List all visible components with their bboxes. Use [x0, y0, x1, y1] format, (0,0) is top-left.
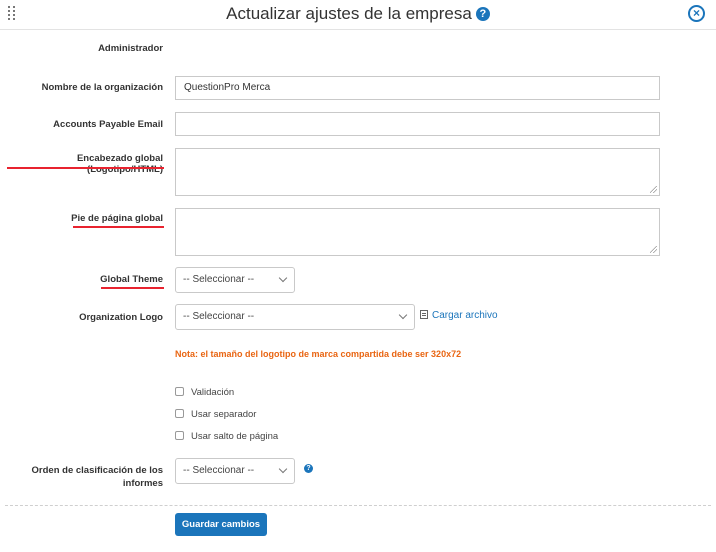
save-changes-button[interactable]: Guardar cambios — [175, 513, 267, 536]
file-icon — [420, 310, 428, 319]
global-theme-underline — [101, 287, 164, 289]
form-divider — [5, 505, 711, 506]
organization-name-input[interactable]: QuestionPro Merca — [175, 76, 660, 100]
use-separator-checkbox-row[interactable]: Usar separador — [175, 409, 256, 420]
global-header-underline — [7, 167, 164, 169]
global-header-label: Encabezado global (Logotipo/HTML) — [76, 153, 163, 175]
accounts-payable-email-label: Accounts Payable Email — [53, 119, 163, 130]
report-sort-order-label-line2: informes — [122, 478, 163, 489]
modal-header: Actualizar ajustes de la empresa? × — [0, 0, 716, 30]
use-page-break-label: Usar salto de página — [191, 431, 279, 442]
use-separator-checkbox[interactable] — [175, 409, 184, 418]
upload-file-link[interactable]: Cargar archivo — [420, 310, 498, 321]
global-theme-label: Global Theme — [100, 274, 163, 285]
administrator-label: Administrador — [98, 43, 163, 54]
global-footer-textarea[interactable] — [175, 208, 660, 256]
global-footer-underline — [73, 226, 164, 228]
resize-grip-icon[interactable] — [650, 246, 657, 253]
report-sort-order-label: Orden de clasificación de los informes — [32, 464, 163, 490]
validation-checkbox-row[interactable]: Validación — [175, 387, 234, 398]
logo-size-note: Nota: el tamaño del logotipo de marca co… — [175, 349, 462, 359]
modal-title: Actualizar ajustes de la empresa? — [0, 4, 716, 24]
global-footer-label: Pie de página global — [71, 213, 163, 224]
global-header-textarea[interactable] — [175, 148, 660, 196]
modal-title-text: Actualizar ajustes de la empresa — [226, 4, 472, 23]
close-icon[interactable]: × — [688, 5, 705, 22]
validation-checkbox[interactable] — [175, 387, 184, 396]
report-sort-order-label-line1: Orden de clasificación de los — [31, 465, 163, 476]
organization-logo-label: Organization Logo — [79, 312, 163, 323]
chevron-down-icon — [278, 464, 288, 474]
report-sort-order-selected: -- Seleccionar -- — [183, 465, 255, 476]
chevron-down-icon — [278, 273, 288, 283]
help-icon[interactable]: ? — [475, 7, 490, 21]
organization-name-label: Nombre de la organización — [41, 82, 163, 93]
upload-file-label: Cargar archivo — [432, 310, 498, 321]
resize-grip-icon[interactable] — [650, 186, 657, 193]
organization-logo-select[interactable]: -- Seleccionar -- — [175, 304, 415, 330]
global-theme-select[interactable]: -- Seleccionar -- — [175, 267, 295, 293]
help-icon[interactable]: ? — [304, 464, 313, 473]
use-separator-label: Usar separador — [191, 409, 257, 420]
global-theme-selected: -- Seleccionar -- — [183, 274, 255, 285]
use-page-break-checkbox-row[interactable]: Usar salto de página — [175, 431, 278, 442]
organization-logo-selected: -- Seleccionar -- — [183, 311, 255, 322]
report-sort-order-select[interactable]: -- Seleccionar -- — [175, 458, 295, 484]
chevron-down-icon — [398, 310, 408, 320]
accounts-payable-email-input[interactable] — [175, 112, 660, 136]
validation-label: Validación — [191, 387, 235, 398]
use-page-break-checkbox[interactable] — [175, 431, 184, 440]
